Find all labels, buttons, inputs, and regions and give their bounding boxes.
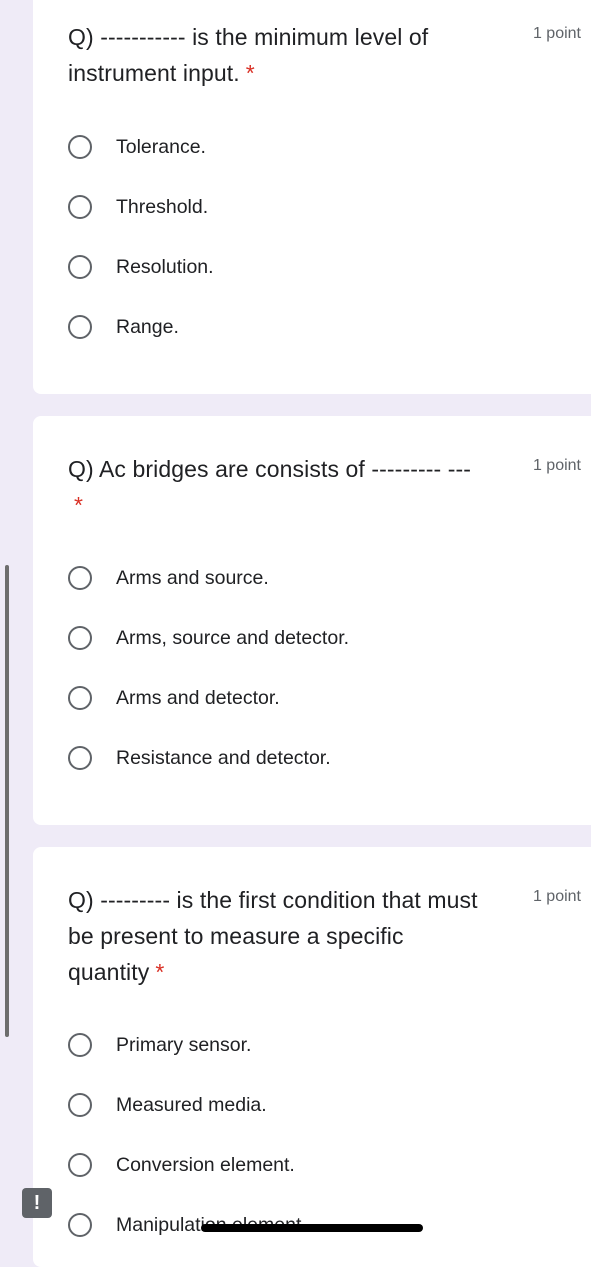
option-label: Measured media. [116, 1093, 267, 1116]
question-title: Q) --------- is the first condition that… [68, 887, 478, 985]
report-button[interactable]: ! [22, 1188, 52, 1218]
radio-option[interactable]: Primary sensor. [68, 1015, 307, 1075]
required-asterisk: * [245, 60, 255, 86]
radio-option[interactable]: Threshold. [68, 177, 214, 237]
question-card: Q) --------- is the first condition that… [33, 847, 591, 1267]
question-title: Q) ----------- is the minimum level of i… [68, 24, 429, 86]
radio-button[interactable] [68, 255, 92, 279]
radio-button[interactable] [68, 315, 92, 339]
option-list: Tolerance. Threshold. Resolution. Range. [68, 117, 214, 357]
radio-option[interactable]: Arms, source and detector. [68, 608, 349, 668]
question-card: Q) ----------- is the minimum level of i… [33, 0, 591, 394]
option-label: Resolution. [116, 255, 214, 278]
option-label: Tolerance. [116, 135, 206, 158]
radio-button[interactable] [68, 626, 92, 650]
question-header: Q) Ac bridges are consists of --------- … [68, 451, 581, 523]
points-label: 1 point [532, 457, 581, 474]
option-label: Conversion element. [116, 1153, 295, 1176]
radio-option[interactable]: Resistance and detector. [68, 728, 349, 788]
scroll-indicator[interactable] [5, 565, 9, 1037]
radio-button[interactable] [68, 686, 92, 710]
option-label: Arms and detector. [116, 686, 280, 709]
question-card: Q) Ac bridges are consists of --------- … [33, 416, 591, 825]
radio-button[interactable] [68, 195, 92, 219]
question-title: Q) Ac bridges are consists of --------- … [68, 456, 472, 518]
option-list: Arms and source. Arms, source and detect… [68, 548, 349, 788]
radio-button[interactable] [68, 1213, 92, 1237]
option-label: Range. [116, 315, 179, 338]
radio-button[interactable] [68, 135, 92, 159]
home-indicator-bar[interactable] [201, 1224, 423, 1232]
option-label: Resistance and detector. [116, 746, 331, 769]
required-asterisk: * [74, 492, 84, 518]
required-asterisk: * [155, 959, 165, 985]
radio-option[interactable]: Arms and detector. [68, 668, 349, 728]
points-label: 1 point [532, 888, 581, 905]
radio-button[interactable] [68, 566, 92, 590]
radio-option[interactable]: Tolerance. [68, 117, 214, 177]
radio-option[interactable]: Conversion element. [68, 1135, 307, 1195]
radio-option[interactable]: Range. [68, 297, 214, 357]
points-label: 1 point [532, 25, 581, 42]
radio-button[interactable] [68, 1033, 92, 1057]
radio-button[interactable] [68, 1093, 92, 1117]
option-label: Arms, source and detector. [116, 626, 350, 649]
radio-button[interactable] [68, 746, 92, 770]
radio-option[interactable]: Arms and source. [68, 548, 349, 608]
radio-option[interactable]: Measured media. [68, 1075, 307, 1135]
radio-option[interactable]: Resolution. [68, 237, 214, 297]
option-list: Primary sensor. Measured media. Conversi… [68, 1015, 307, 1255]
radio-button[interactable] [68, 1153, 92, 1177]
option-label: Threshold. [116, 195, 209, 218]
question-header: Q) --------- is the first condition that… [68, 882, 581, 990]
exclamation-icon: ! [33, 1191, 41, 1214]
option-label: Primary sensor. [116, 1033, 252, 1056]
option-label: Arms and source. [116, 566, 269, 589]
question-header: Q) ----------- is the minimum level of i… [68, 19, 581, 91]
